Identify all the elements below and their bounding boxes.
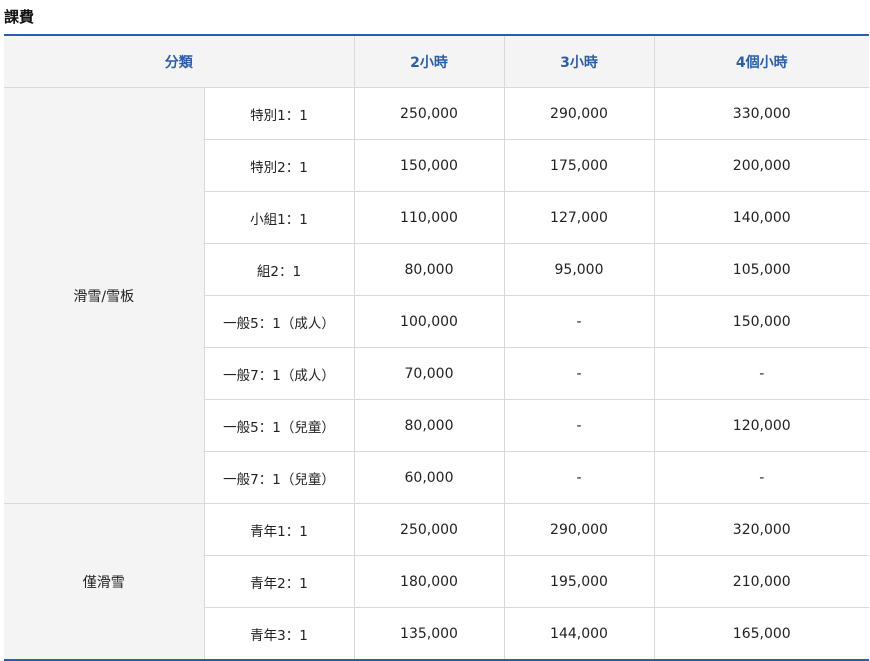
- table-row: 滑雪/雪板 特別1：1 250,000 290,000 330,000: [4, 87, 869, 504]
- price-4h: 120,000: [653, 399, 869, 452]
- lesson-type: 青年3：1: [203, 607, 355, 660]
- lesson-type: 特別2：1: [203, 139, 355, 192]
- price-4h: 105,000: [653, 243, 869, 296]
- fee-table: 分類 2小時 3小時 4個小時 滑雪/雪板 特別1：1 250,000 290,…: [4, 34, 869, 661]
- price-2h: 150,000: [353, 139, 505, 192]
- lesson-type: 一般5：1（兒童）: [203, 399, 355, 452]
- price-3h: 127,000: [503, 191, 655, 244]
- price-3h: 144,000: [503, 607, 655, 660]
- price-4h: -: [653, 451, 869, 504]
- lesson-type: 一般7：1（成人）: [203, 347, 355, 400]
- lesson-type: 小組1：1: [203, 191, 355, 244]
- header-category: 分類: [4, 35, 355, 88]
- header-3-hours: 3小時: [503, 35, 655, 88]
- lesson-type: 青年1：1: [203, 503, 355, 556]
- price-2h: 250,000: [353, 503, 505, 556]
- price-2h: 180,000: [353, 555, 505, 608]
- price-2h: 70,000: [353, 347, 505, 400]
- price-4h: 210,000: [653, 555, 869, 608]
- price-2h: 250,000: [353, 87, 505, 140]
- price-4h: -: [653, 347, 869, 400]
- lesson-type: 青年2：1: [203, 555, 355, 608]
- group-ski-snowboard: 滑雪/雪板: [4, 87, 205, 504]
- table-row: 僅滑雪 青年1：1 250,000 290,000 320,000: [4, 503, 869, 661]
- price-3h: -: [503, 295, 655, 348]
- group-ski-only: 僅滑雪: [4, 503, 205, 661]
- price-3h: -: [503, 399, 655, 452]
- price-4h: 330,000: [653, 87, 869, 140]
- price-4h: 150,000: [653, 295, 869, 348]
- price-4h: 165,000: [653, 607, 869, 660]
- price-2h: 110,000: [353, 191, 505, 244]
- lesson-type: 一般7：1（兒童）: [203, 451, 355, 504]
- price-3h: 95,000: [503, 243, 655, 296]
- lesson-type: 一般5：1（成人）: [203, 295, 355, 348]
- price-4h: 200,000: [653, 139, 869, 192]
- header-4-hours: 4個小時: [653, 35, 869, 88]
- lesson-type: 組2：1: [203, 243, 355, 296]
- page-title: 課費: [4, 8, 35, 26]
- price-3h: 175,000: [503, 139, 655, 192]
- price-2h: 100,000: [353, 295, 505, 348]
- price-3h: 195,000: [503, 555, 655, 608]
- price-4h: 320,000: [653, 503, 869, 556]
- lesson-type: 特別1：1: [203, 87, 355, 140]
- header-2-hours: 2小時: [353, 35, 505, 88]
- price-3h: -: [503, 451, 655, 504]
- price-3h: 290,000: [503, 87, 655, 140]
- price-2h: 80,000: [353, 399, 505, 452]
- price-4h: 140,000: [653, 191, 869, 244]
- price-3h: 290,000: [503, 503, 655, 556]
- price-2h: 135,000: [353, 607, 505, 660]
- price-2h: 60,000: [353, 451, 505, 504]
- table-header-row: 分類 2小時 3小時 4個小時: [4, 35, 869, 88]
- price-3h: -: [503, 347, 655, 400]
- price-2h: 80,000: [353, 243, 505, 296]
